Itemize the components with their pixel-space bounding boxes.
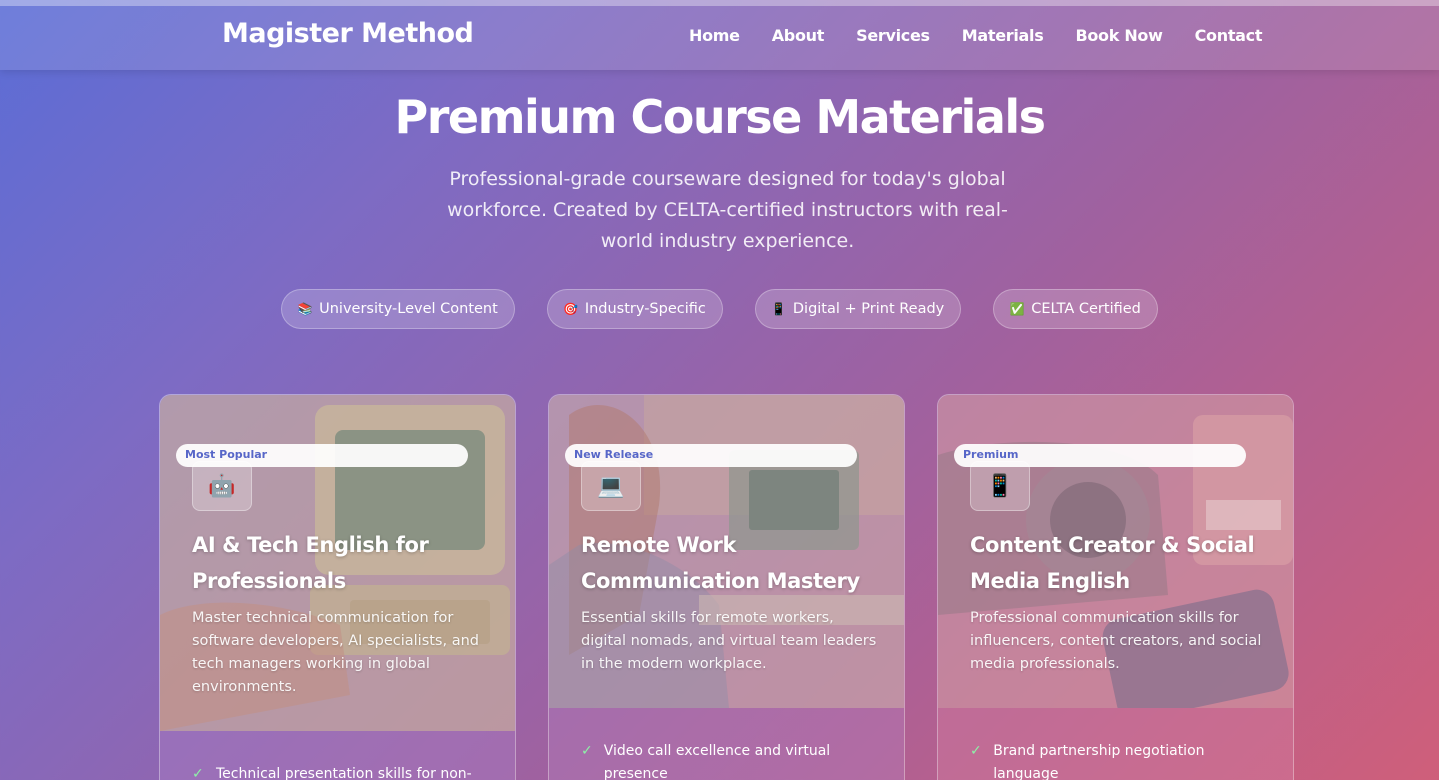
feature-badges: 📚 University-Level Content 🎯 Industry-Sp…	[0, 289, 1439, 329]
books-icon: 📚	[297, 302, 313, 316]
nav-home[interactable]: Home	[689, 26, 740, 45]
feature-text: Brand partnership negotiation language	[993, 743, 1205, 780]
page-subtitle: Professional-grade courseware designed f…	[447, 168, 1008, 252]
badge-celta-certified: ✅ CELTA Certified	[993, 289, 1158, 329]
card-description: Master technical communication for softw…	[192, 610, 479, 695]
course-card-ai-tech[interactable]: Most Popular 🤖 AI & Tech English for Pro…	[159, 394, 516, 780]
feature-item: ✓ Brand partnership negotiation language	[970, 740, 1260, 780]
card-description: Professional communication skills for in…	[970, 610, 1262, 672]
nav-book-now[interactable]: Book Now	[1075, 26, 1162, 45]
course-card-remote-work[interactable]: New Release 💻 Remote Work Communication …	[548, 394, 905, 780]
nav-about[interactable]: About	[772, 26, 825, 45]
mobile-icon: 📱	[970, 461, 1030, 511]
check-box-icon: ✅	[1009, 302, 1025, 316]
brand-logo[interactable]: Magister Method	[222, 18, 474, 49]
feature-item: ✓ Technical presentation skills for non-	[192, 763, 482, 780]
target-icon: 🎯	[563, 302, 579, 316]
nav-contact[interactable]: Contact	[1195, 26, 1263, 45]
badge-industry-specific: 🎯 Industry-Specific	[546, 289, 723, 329]
site-header: Magister Method Home About Services Mate…	[0, 0, 1439, 70]
feature-item: ✓ Video call excellence and virtual pres…	[581, 740, 871, 780]
page-title: Premium Course Materials	[394, 90, 1046, 144]
card-title: Remote Work Communication Mastery	[581, 533, 860, 593]
badge-label: University-Level Content	[319, 301, 498, 317]
robot-icon: 🤖	[192, 461, 252, 511]
badge-label: CELTA Certified	[1031, 301, 1141, 317]
card-title: Content Creator & Social Media English	[970, 533, 1255, 593]
nav-materials[interactable]: Materials	[962, 26, 1044, 45]
feature-text: Video call excellence and virtual presen…	[603, 743, 831, 780]
card-description: Essential skills for remote workers, dig…	[581, 610, 877, 672]
nav-services[interactable]: Services	[856, 26, 930, 45]
card-title: AI & Tech English for Professionals	[192, 533, 429, 593]
feature-text: Technical presentation skills for non-	[216, 766, 472, 780]
laptop-icon: 💻	[581, 461, 641, 511]
mobile-icon: 📱	[771, 302, 787, 316]
main-nav: Home About Services Materials Book Now C…	[689, 26, 1263, 45]
check-icon: ✓	[581, 743, 593, 759]
badge-digital-print: 📱 Digital + Print Ready	[754, 289, 962, 329]
badge-label: Digital + Print Ready	[792, 301, 945, 317]
badge-university-level: 📚 University-Level Content	[281, 289, 515, 329]
check-icon: ✓	[192, 766, 204, 780]
course-card-content-creator[interactable]: Premium 📱 Content Creator & Social Media…	[937, 394, 1294, 780]
badge-label: Industry-Specific	[584, 301, 706, 317]
check-icon: ✓	[970, 743, 982, 759]
